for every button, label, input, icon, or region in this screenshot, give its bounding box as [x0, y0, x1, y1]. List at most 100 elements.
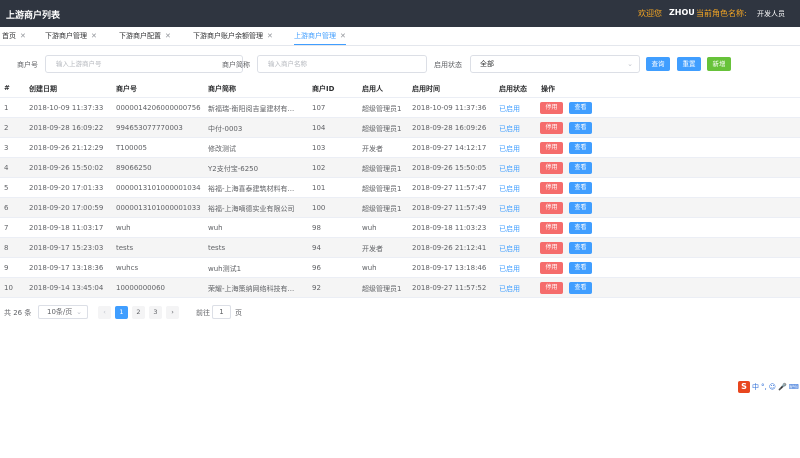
created-date: 2018-09-17 13:18:36	[29, 264, 104, 272]
merchant-id: 96	[312, 264, 321, 272]
status-select[interactable]: 全部 ⌄	[470, 55, 640, 73]
enabled-time: 2018-09-18 11:03:23	[412, 224, 487, 232]
column-header: 启用状态	[499, 85, 527, 93]
column-header: 商户简称	[208, 85, 236, 93]
merchant-no: T100005	[116, 144, 147, 152]
sogou-logo-icon[interactable]: S	[738, 381, 750, 393]
keyboard-icon[interactable]: ⌨	[789, 383, 799, 391]
view-button[interactable]: 查看	[569, 262, 592, 274]
view-button[interactable]: 查看	[569, 122, 592, 134]
status-text: 已启用	[499, 245, 520, 253]
punctuation-icon[interactable]: °,	[761, 383, 767, 391]
emoji-icon[interactable]: ☺	[769, 383, 776, 391]
page-button-3[interactable]: 3	[149, 306, 162, 319]
merchant-name: 裕福-上海嘀德实业有限公司	[208, 205, 295, 213]
view-button[interactable]: 查看	[569, 222, 592, 234]
status-text: 已启用	[499, 205, 520, 213]
disable-button[interactable]: 停用	[540, 202, 563, 214]
microphone-icon[interactable]: 🎤	[778, 383, 787, 391]
row-index: 7	[4, 224, 9, 232]
merchant-id: 92	[312, 284, 321, 292]
tab-downstream-config[interactable]: 下游商户配置 ✕	[119, 27, 171, 45]
close-icon[interactable]: ✕	[20, 32, 26, 40]
view-button[interactable]: 查看	[569, 242, 592, 254]
tab-upstream-merchants[interactable]: 上游商户管理 ✕	[294, 27, 346, 45]
query-button[interactable]: 查询	[646, 57, 670, 71]
tab-home[interactable]: 首页 ✕	[2, 27, 26, 45]
tab-label: 首页	[2, 32, 16, 40]
row-index: 6	[4, 204, 9, 212]
table-row: 10 2018-09-14 13:45:04 10000000060 荣耀-上海策纳网…	[0, 278, 800, 298]
add-button[interactable]: 新增	[707, 57, 731, 71]
close-icon[interactable]: ✕	[165, 32, 171, 40]
merchant-id: 94	[312, 244, 321, 252]
merchant-name: Y2支付宝-6250	[208, 165, 259, 173]
goto-unit: 页	[235, 309, 242, 317]
view-button[interactable]: 查看	[569, 182, 592, 194]
close-icon[interactable]: ✕	[340, 32, 346, 40]
merchant-name-label: 商户简称	[222, 61, 250, 69]
disable-button[interactable]: 停用	[540, 242, 563, 254]
view-button[interactable]: 查看	[569, 102, 592, 114]
page-button-2[interactable]: 2	[132, 306, 145, 319]
enabler: wuh	[362, 264, 377, 272]
row-index: 2	[4, 124, 9, 132]
ime-toolbar[interactable]: S 中 °, ☺ 🎤 ⌨	[738, 381, 799, 393]
tab-label: 下游商户管理	[45, 32, 87, 40]
role-value[interactable]: 开发人员	[757, 9, 785, 19]
disable-button[interactable]: 停用	[540, 262, 563, 274]
close-icon[interactable]: ✕	[91, 32, 97, 40]
created-date: 2018-09-14 13:45:04	[29, 284, 104, 292]
page-button-1[interactable]: 1	[115, 306, 128, 319]
disable-button[interactable]: 停用	[540, 142, 563, 154]
disable-button[interactable]: 停用	[540, 282, 563, 294]
merchant-id: 101	[312, 184, 326, 192]
merchant-name-input[interactable]: 输入商户名称	[257, 55, 427, 73]
page-size-select[interactable]: 10条/页 ⌄	[38, 305, 88, 319]
column-header: #	[4, 84, 10, 92]
username[interactable]: ZHOU	[669, 8, 695, 17]
merchant-no-input[interactable]: 输入上游商户号	[45, 55, 243, 73]
page-size-value: 10条/页	[47, 308, 73, 316]
disable-button[interactable]: 停用	[540, 222, 563, 234]
merchant-no: 0000013101000001034	[116, 184, 201, 192]
status-text: 已启用	[499, 145, 520, 153]
close-icon[interactable]: ✕	[267, 32, 273, 40]
tab-downstream-balance[interactable]: 下游商户账户余额管理 ✕	[193, 27, 273, 45]
disable-button[interactable]: 停用	[540, 182, 563, 194]
created-date: 2018-09-26 21:12:29	[29, 144, 104, 152]
enabler: 开发者	[362, 145, 383, 153]
disable-button[interactable]: 停用	[540, 102, 563, 114]
tab-label: 上游商户管理	[294, 32, 336, 40]
next-page-button[interactable]: ›	[166, 306, 179, 319]
merchant-no: 0000014206000000756	[116, 104, 201, 112]
column-header: 商户ID	[312, 85, 335, 93]
tab-label: 下游商户账户余额管理	[193, 32, 263, 40]
view-button[interactable]: 查看	[569, 282, 592, 294]
merchant-name: 新福瑞-衡阳阅吉皇建材有...	[208, 105, 295, 113]
ime-mode-icon[interactable]: 中	[752, 382, 759, 392]
merchant-id: 104	[312, 124, 326, 132]
merchant-no: 0000013101000001033	[116, 204, 201, 212]
prev-page-button[interactable]: ‹	[98, 306, 111, 319]
merchant-name: 中付-0003	[208, 125, 243, 133]
merchant-no: 10000000060	[116, 284, 165, 292]
view-button[interactable]: 查看	[569, 142, 592, 154]
column-header: 商户号	[116, 85, 137, 93]
created-date: 2018-09-20 17:00:59	[29, 204, 104, 212]
merchant-name: wuh	[208, 224, 223, 232]
view-button[interactable]: 查看	[569, 162, 592, 174]
enabler: 开发者	[362, 245, 383, 253]
view-button[interactable]: 查看	[569, 202, 592, 214]
enabled-time: 2018-09-27 11:57:47	[412, 184, 487, 192]
column-header: 启用时间	[412, 85, 440, 93]
merchant-id: 98	[312, 224, 321, 232]
disable-button[interactable]: 停用	[540, 162, 563, 174]
reset-button[interactable]: 重置	[677, 57, 701, 71]
row-index: 3	[4, 144, 9, 152]
table-row: 2 2018-09-28 16:09:22 994653077770003 中付-00…	[0, 118, 800, 138]
status-text: 已启用	[499, 165, 520, 173]
tab-downstream-merchants[interactable]: 下游商户管理 ✕	[45, 27, 97, 45]
goto-page-input[interactable]: 1	[212, 305, 231, 319]
disable-button[interactable]: 停用	[540, 122, 563, 134]
